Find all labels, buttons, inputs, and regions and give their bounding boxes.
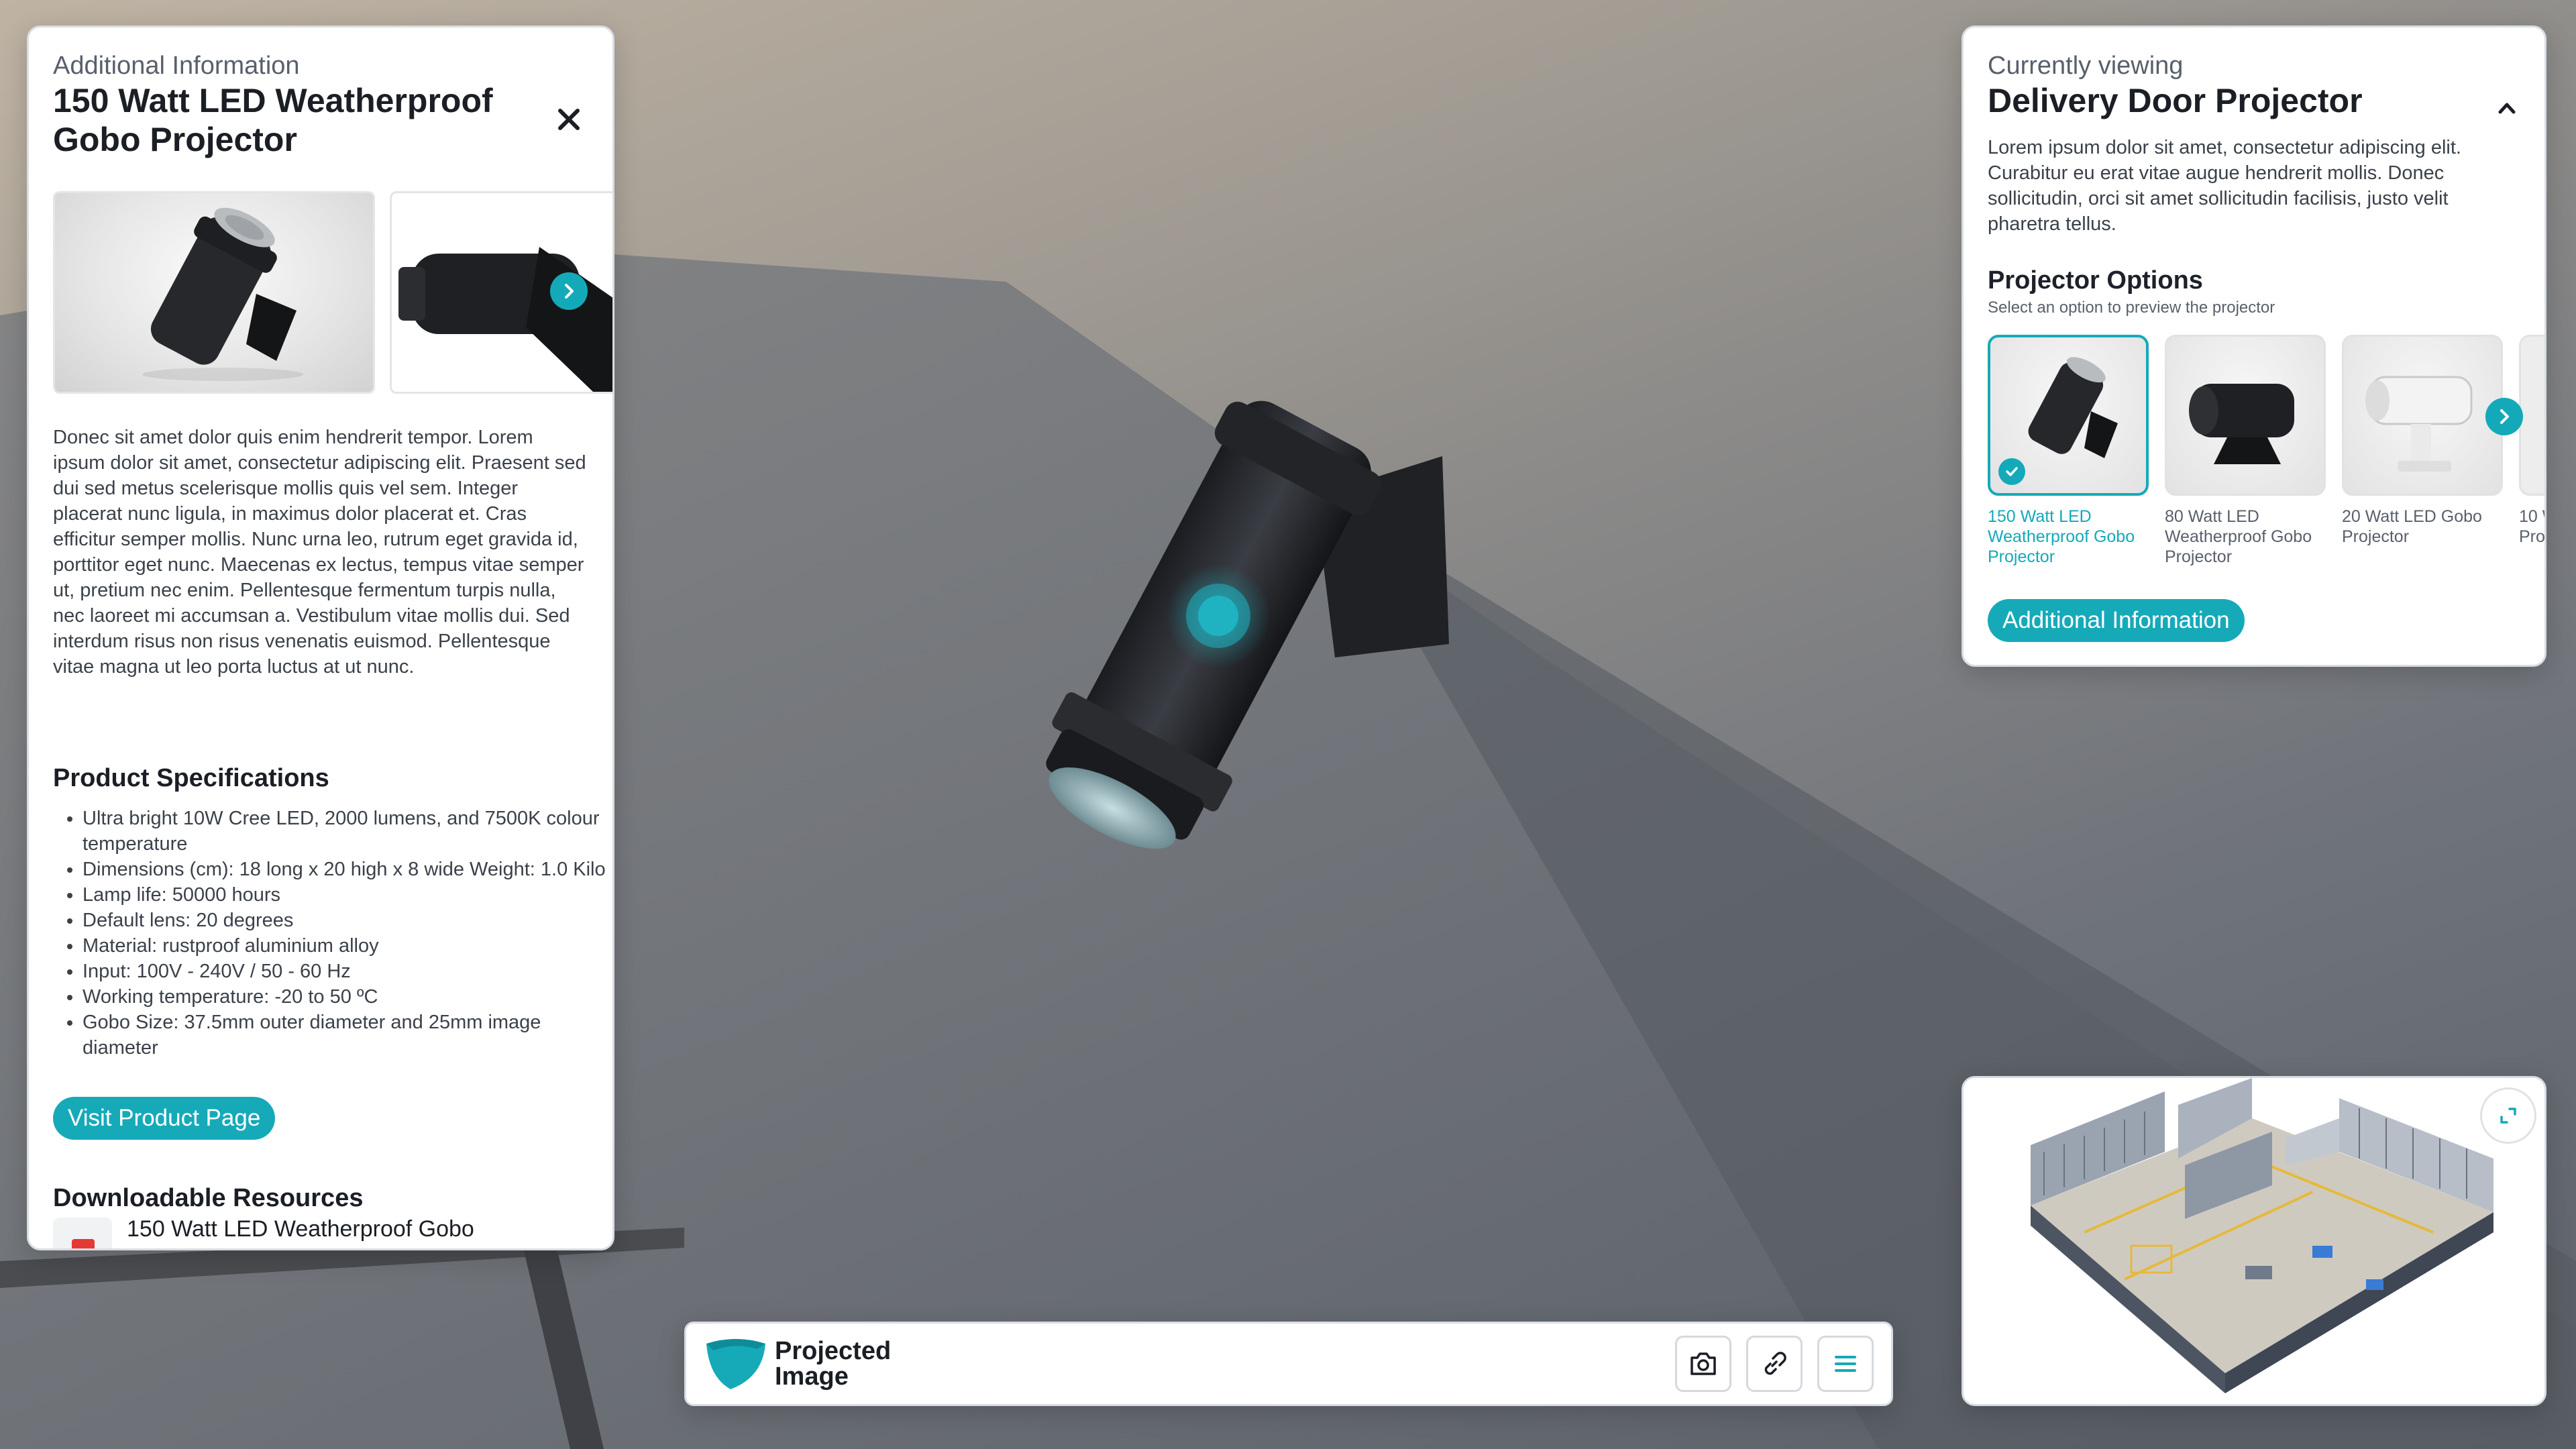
option-label: 80 Watt LED Weatherproof Gobo Projector — [2165, 507, 2312, 566]
hotspot-marker — [1198, 596, 1238, 636]
gallery-image-1[interactable] — [53, 191, 375, 394]
product-description: Donec sit amet dolor quis enim hendrerit… — [53, 427, 586, 678]
close-icon[interactable] — [552, 103, 586, 136]
chevron-right-icon — [2500, 409, 2509, 424]
next-options-button[interactable] — [2485, 398, 2523, 435]
pdf-icon — [53, 1218, 112, 1248]
projector-photo — [142, 207, 303, 381]
bottom-toolbar: Projected Image — [684, 1322, 1893, 1406]
spec-item: Lamp life: 50000 hours — [83, 882, 612, 908]
expand-map-button[interactable] — [2480, 1087, 2536, 1144]
option-label: 10 Watt LED Gobo Projector — [2519, 507, 2546, 546]
spec-item: Default lens: 20 degrees — [83, 908, 612, 933]
visit-product-page-button[interactable]: Visit Product Page — [53, 1097, 276, 1140]
menu-button[interactable] — [1817, 1336, 1874, 1392]
chevron-right-icon — [565, 284, 574, 299]
camera-icon — [1690, 1352, 1716, 1375]
option-card-80w[interactable]: 80 Watt LED Weatherproof Gobo Projector — [2165, 335, 2326, 567]
brand-line-1: Projected — [775, 1337, 892, 1365]
panel-title: Delivery Door Projector — [1988, 82, 2363, 119]
floorplan-minimap[interactable] — [1962, 1076, 2546, 1406]
spec-item: Gobo Size: 37.5mm outer diameter and 25m… — [83, 1010, 612, 1061]
specs-list: Ultra bright 10W Cree LED, 2000 lumens, … — [53, 806, 612, 1061]
link-icon — [1764, 1352, 1786, 1375]
option-thumbnail — [1988, 335, 2149, 496]
next-image-button[interactable] — [550, 272, 588, 310]
gallery-image-2[interactable] — [390, 191, 612, 394]
chevron-up-icon[interactable] — [2493, 95, 2520, 121]
expand-icon — [2500, 1108, 2516, 1124]
resources-heading: Downloadable Resources — [53, 1184, 364, 1212]
spec-item: Input: 100V - 240V / 50 - 60 Hz — [83, 959, 612, 984]
panel-kicker: Additional Information — [53, 52, 300, 80]
additional-information-button[interactable]: Additional Information — [1988, 599, 2245, 642]
copy-link-button[interactable] — [1746, 1336, 1803, 1392]
additional-info-panel: Additional Information 150 Watt LED Weat… — [27, 25, 614, 1250]
brand-logo-icon — [706, 1339, 765, 1389]
option-card-10w[interactable]: 10 Watt LED Gobo Projector — [2519, 335, 2546, 547]
isometric-floorplan — [2031, 1078, 2493, 1393]
spec-item: Dimensions (cm): 18 long x 20 high x 8 w… — [83, 857, 612, 882]
screenshot-button[interactable] — [1675, 1336, 1731, 1392]
menu-icon — [1835, 1356, 1856, 1372]
specs-heading: Product Specifications — [53, 764, 329, 792]
brand-line-2: Image — [775, 1362, 849, 1391]
option-card-150w[interactable]: 150 Watt LED Weatherproof Gobo Projector — [1988, 335, 2149, 567]
projector-photo — [2365, 376, 2473, 472]
option-thumbnail — [2165, 335, 2326, 496]
projector-photo — [2189, 384, 2294, 464]
option-thumbnail — [2342, 335, 2503, 496]
resource-name: 150 Watt LED Weatherproof Gobo — [127, 1216, 474, 1242]
brand-name: Projected Image — [775, 1338, 891, 1389]
spec-item: Material: rustproof aluminium alloy — [83, 933, 612, 959]
spec-item: Ultra bright 10W Cree LED, 2000 lumens, … — [83, 806, 612, 857]
resource-item[interactable]: 150 Watt LED Weatherproof Gobo — [53, 1215, 590, 1248]
option-label: 150 Watt LED Weatherproof Gobo Projector — [1988, 507, 2135, 566]
options-heading: Projector Options — [1988, 266, 2203, 294]
view-description: Lorem ipsum dolor sit amet, consectetur … — [1988, 137, 2461, 235]
check-icon — [1998, 458, 2025, 485]
options-subtitle: Select an option to preview the projecto… — [1988, 299, 2275, 317]
option-thumbnail — [2519, 335, 2544, 496]
option-label: 20 Watt LED Gobo Projector — [2342, 507, 2482, 546]
panel-kicker: Currently viewing — [1988, 52, 2184, 80]
currently-viewing-panel: Currently viewing Delivery Door Projecto… — [1962, 25, 2546, 667]
spec-item: Working temperature: -20 to 50 ºC — [83, 984, 612, 1010]
option-card-20w[interactable]: 20 Watt LED Gobo Projector — [2342, 335, 2503, 547]
panel-title: 150 Watt LED Weatherproof Gobo Projector — [53, 82, 493, 158]
